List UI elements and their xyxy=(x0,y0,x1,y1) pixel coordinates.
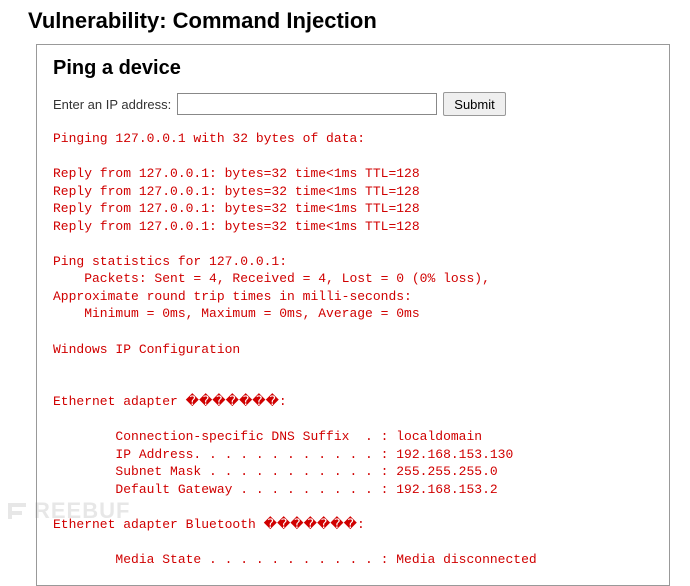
command-output: Pinging 127.0.0.1 with 32 bytes of data:… xyxy=(53,130,653,569)
submit-button[interactable]: Submit xyxy=(443,92,505,116)
panel-heading: Ping a device xyxy=(53,57,653,80)
ping-panel: Ping a device Enter an IP address: Submi… xyxy=(36,44,670,586)
ip-label: Enter an IP address: xyxy=(53,97,171,112)
ip-input[interactable] xyxy=(177,93,437,115)
page-title: Vulnerability: Command Injection xyxy=(28,8,690,34)
freebuf-logo-icon xyxy=(6,499,30,523)
ping-form: Enter an IP address: Submit xyxy=(53,92,653,116)
